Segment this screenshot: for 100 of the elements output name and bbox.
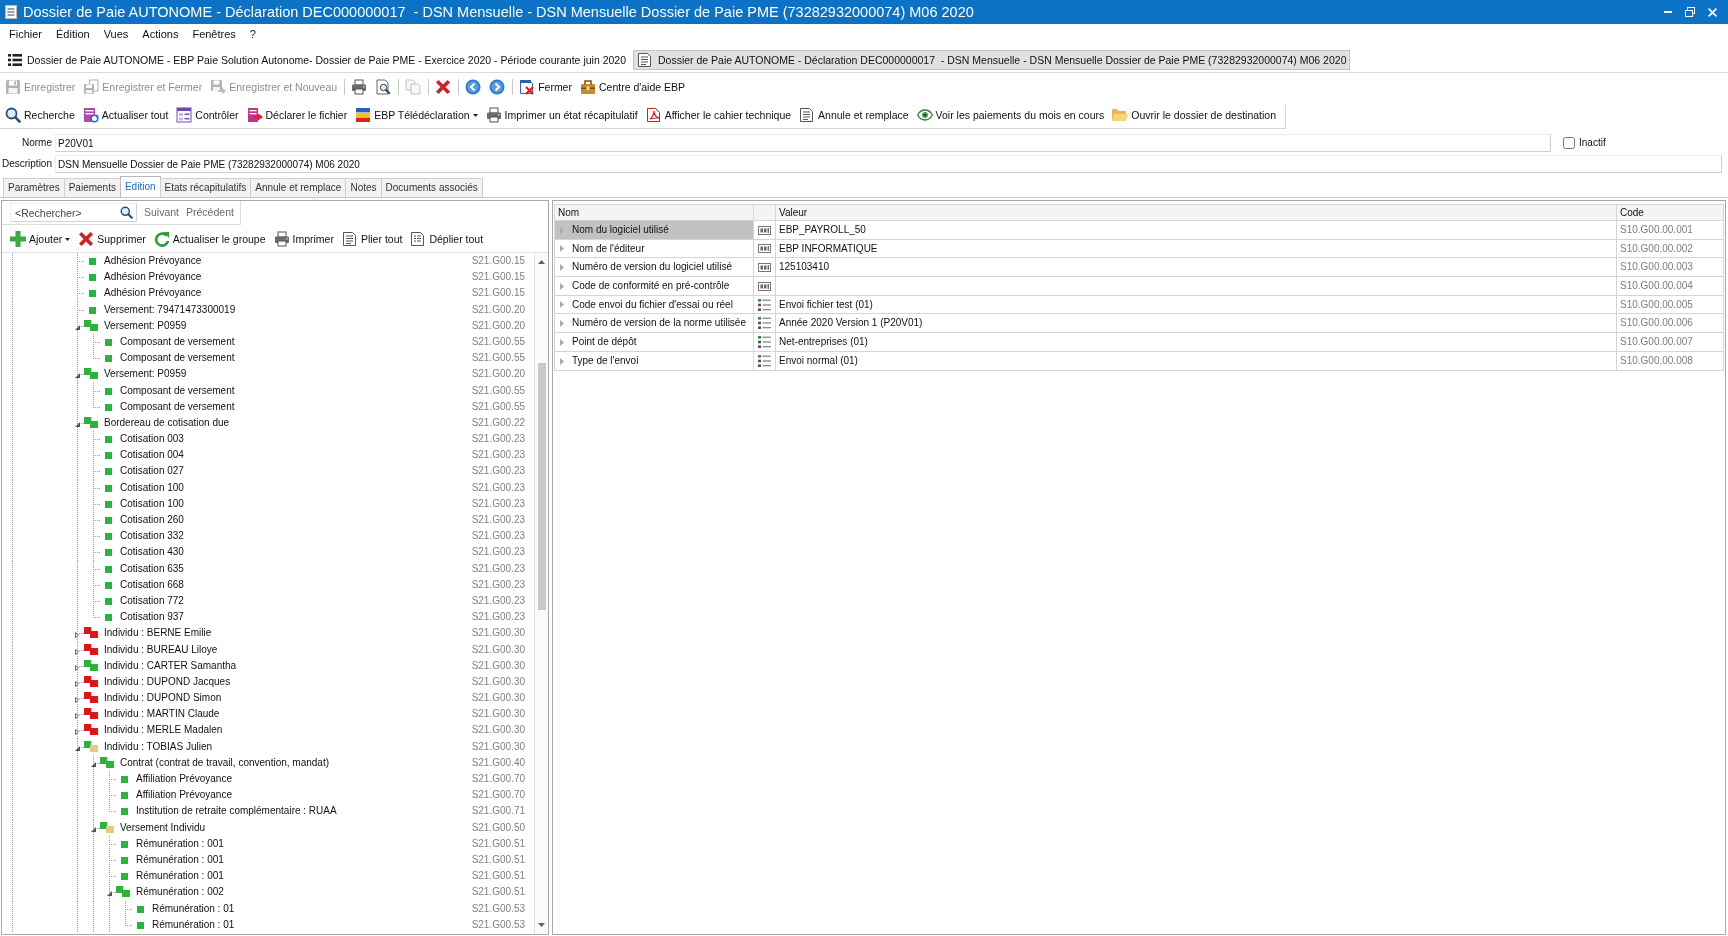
toolbar-button[interactable]: Recherche [3,105,77,125]
tab[interactable]: Notes [345,178,382,197]
tree-item[interactable]: Contrat (contrat de travail, convention, mandat) [118,754,329,771]
scroll-down-icon[interactable] [538,923,545,927]
scrollbar-thumb[interactable] [537,363,546,610]
tree-item[interactable]: Rémunération : 01 [150,916,235,933]
tree-item[interactable]: Cotisation 004 [118,447,184,464]
tree-item[interactable]: Cotisation 668 [118,576,184,593]
toolbar-button[interactable]: Centre d'aide EBP [577,77,688,97]
column-header[interactable]: Code [1616,204,1724,221]
tree-item[interactable]: Individu : BUREAU Liloye [102,641,218,658]
tree-item[interactable]: Rémunération : 001 [134,851,224,869]
table-cell[interactable]: Type de l'envoi [554,351,754,370]
tree-item[interactable]: Cotisation 772 [118,592,184,610]
tree-item[interactable]: Adhésion Prévoyance [102,253,202,270]
menu-item[interactable]: Vues [98,28,134,42]
column-header[interactable]: Valeur [775,204,1617,221]
tree-item[interactable]: Individu : DUPOND Simon [102,690,222,707]
document-tab[interactable]: Dossier de Paie AUTONOME - Déclaration DEC000000017 - DSN Mensuelle - DSN Mensuelle Dossier de Paie PME (73282932000074) M06 2020 [633,50,1351,70]
toolbar-button[interactable]: Voir les paiements du mois en cours [914,105,1107,125]
tree-item[interactable]: Adhésion Prévoyance [102,269,202,286]
tree-item[interactable]: Composant de versement [118,350,235,367]
toolbar-button[interactable]: EBP Télédéclaration [353,105,480,125]
tree-item[interactable]: Composant de versement [118,382,235,399]
table-cell: EBP INFORMATIQUE [775,239,1617,258]
document-tab[interactable]: Dossier de Paie AUTONOME - EBP Paie Solution Autonome- Dossier de Paie PME - Exercice 2020 - Période courante juin 2020 [4,50,630,70]
search-field[interactable]: <Rechercher> [10,203,137,222]
tree-item[interactable]: Composant de versement [118,333,235,351]
tree-item[interactable]: Cotisation 100 [118,479,184,496]
tree-item[interactable]: Cotisation 260 [118,512,184,529]
element-code: S21.G00.23 [471,561,525,576]
tree-item[interactable]: Adhésion Prévoyance [102,285,202,302]
toolbar-button[interactable]: Imprimer un état récapitulatif [483,105,640,125]
table-cell[interactable]: Numéro de version de la norme utilisée [554,313,754,333]
tree-item[interactable]: Versement Individu [118,819,206,836]
tree-item[interactable]: Individu : DUPOND Jacques [102,673,231,691]
toolbar-button[interactable]: Annule et remplace [797,105,911,125]
tree-item[interactable]: Individu : BERNE Emilie [102,625,212,642]
tree-item[interactable]: Cotisation 937 [118,609,184,626]
table-cell[interactable]: Point de dépôt [554,332,754,352]
tab[interactable]: Paiements [63,178,121,197]
tab[interactable]: Documents associés [380,178,483,197]
tree-item[interactable]: Individu : MERLE Madalen [102,722,223,739]
text-field[interactable]: P20V01 [55,134,1551,152]
tree-item[interactable]: Rémunération : 01 [150,900,235,917]
tree-item[interactable]: Composant de versement [118,398,235,415]
table-cell[interactable]: Nom de l'éditeur [554,239,754,258]
toolbar-button[interactable]: Imprimer [271,229,336,249]
tree-item[interactable]: Bordereau de cotisation due [102,414,230,432]
table-cell[interactable]: Code envoi du fichier d'essai ou réel [554,295,754,314]
tree-item[interactable]: Rémunération : 002 [134,884,224,901]
tree-item[interactable]: Cotisation 635 [118,560,184,577]
tree-item[interactable]: Rémunération : 001 [134,835,224,852]
tree-item[interactable]: Cotisation 332 [118,528,184,545]
menu-item[interactable]: Fichier [4,28,47,42]
tree-item[interactable]: Versement: 79471473300019 [102,301,236,318]
tree-item[interactable]: Versement: P0959 [102,366,187,383]
tree-item[interactable]: Institution de retraite complémentaire : RUAA [134,803,337,820]
toolbar-button[interactable]: Fermer [517,77,574,97]
tree-item[interactable]: Individu : CARTER Samantha [102,657,237,674]
table-cell[interactable]: Code de conformité en pré-contrôle [554,276,754,296]
tree-item[interactable]: Cotisation 003 [118,431,184,448]
tab[interactable]: Etats récapitulatifs [159,178,252,197]
toolbar-button[interactable]: Actualiser le groupe [151,229,268,249]
toolbar-button[interactable]: Contrôler [174,105,241,125]
tab[interactable]: Annule et remplace [250,178,347,197]
link[interactable]: Précédent [186,206,234,219]
tree-item[interactable]: Cotisation 100 [118,495,184,512]
menu-item[interactable]: Édition [51,28,95,42]
toolbar-button[interactable]: Déclarer le fichier [244,105,350,125]
toolbar-button[interactable]: Supprimer [76,229,148,249]
toolbar-button[interactable]: Afficher le cahier technique [643,105,794,125]
tab[interactable]: Paramètres [3,178,65,197]
tree-item[interactable]: Individu : TOBIAS Julien [102,738,213,755]
tree-item[interactable]: Rémunération : 001 [134,868,224,885]
toolbar-button[interactable]: Plier tout [339,229,405,249]
close-icon[interactable] [1708,7,1717,17]
tree-item[interactable]: Affiliation Prévoyance [134,787,232,804]
scroll-up-icon[interactable] [538,260,545,264]
text-field[interactable]: DSN Mensuelle Dossier de Paie PME (73282932000074) M06 2020 [55,155,1722,173]
menu-item[interactable]: ? [244,28,261,42]
scrollbar[interactable] [534,253,548,934]
toolbar-button[interactable]: Déplier tout [408,229,486,249]
restore-icon[interactable] [1685,7,1695,17]
link[interactable]: Suivant [144,206,180,219]
element-code: S21.G00.15 [471,270,525,285]
toolbar-button[interactable]: Ouvrir le dossier de destination [1110,105,1278,125]
column-header[interactable]: Nom [554,204,754,221]
tree-item[interactable]: Individu : MARTIN Claude [102,706,220,723]
tab[interactable]: Edition [119,176,161,197]
menu-item[interactable]: Actions [137,28,184,42]
tree-item[interactable]: Cotisation 430 [118,544,184,561]
menu-item[interactable]: Fenêtres [187,28,241,42]
toolbar-button[interactable]: Ajouter [8,229,73,249]
toolbar-button[interactable]: Actualiser tout [80,105,171,125]
checkbox[interactable] [1563,137,1575,149]
tree-item[interactable]: Versement: P0959 [102,317,187,334]
table-cell[interactable]: Numéro de version du logiciel utilisé [554,257,754,277]
tree-item[interactable]: Affiliation Prévoyance [134,771,232,788]
tree-item[interactable]: Cotisation 027 [118,463,184,480]
